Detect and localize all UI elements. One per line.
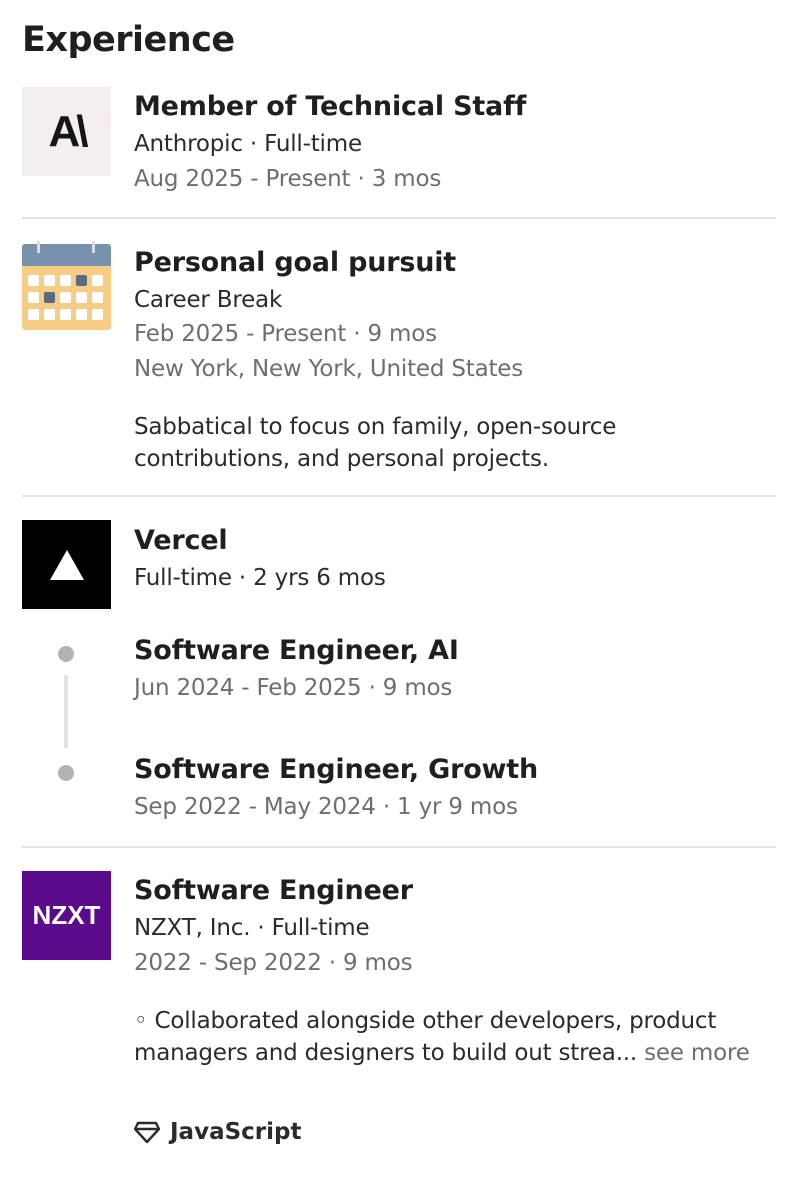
company-vercel[interactable]: Vercel — [134, 525, 228, 556]
triangle-icon — [49, 549, 84, 580]
timeline-dot — [58, 646, 74, 662]
divider — [22, 495, 776, 497]
skill-label: JavaScript — [170, 1119, 302, 1145]
timeline-dot — [58, 765, 74, 781]
description-career-break-line1: Sabbatical to focus on family, open-sour… — [134, 414, 617, 440]
company-anthropic: Anthropic · Full-time — [134, 131, 362, 157]
calendar-icon — [22, 241, 111, 330]
anthropic-logo-text: A\ — [48, 106, 89, 156]
role-dates-vercel-growth: Sep 2022 - May 2024 · 1 yr 9 mos — [134, 794, 518, 820]
anthropic-logo[interactable]: A\ — [22, 87, 111, 176]
description-career-break-line2: contributions, and personal projects. — [134, 446, 549, 472]
dates-career-break: Feb 2025 - Present · 9 mos — [134, 321, 437, 347]
job-title-anthropic[interactable]: Member of Technical Staff — [134, 91, 526, 122]
location-career-break: New York, New York, United States — [134, 356, 524, 382]
role-dates-vercel-ai: Jun 2024 - Feb 2025 · 9 mos — [134, 675, 453, 701]
timeline-line — [64, 675, 68, 748]
company-nzxt: NZXT, Inc. · Full-time — [134, 915, 370, 941]
see-more-link[interactable]: see more — [637, 1040, 750, 1066]
subtitle-career-break: Career Break — [134, 287, 283, 313]
description-nzxt-line2-container: managers and designers to build out stre… — [134, 1037, 750, 1069]
divider — [22, 217, 776, 219]
vercel-logo[interactable] — [22, 520, 111, 609]
nzxt-logo[interactable]: NZXT — [22, 871, 111, 960]
description-nzxt-line1: ◦ Collaborated alongside other developer… — [134, 1008, 717, 1034]
duration-vercel: Full-time · 2 yrs 6 mos — [134, 565, 386, 591]
role-title-vercel-growth[interactable]: Software Engineer, Growth — [134, 754, 538, 785]
diamond-icon — [134, 1121, 160, 1144]
role-title-vercel-ai[interactable]: Software Engineer, AI — [134, 635, 459, 666]
divider — [22, 846, 776, 848]
job-title-nzxt[interactable]: Software Engineer — [134, 875, 413, 906]
skill-item[interactable]: JavaScript — [134, 1119, 301, 1145]
nzxt-logo-text: NZXT — [32, 900, 101, 930]
dates-anthropic: Aug 2025 - Present · 3 mos — [134, 166, 442, 192]
job-title-career-break[interactable]: Personal goal pursuit — [134, 247, 456, 278]
description-nzxt-line2: managers and designers to build out stre… — [134, 1040, 638, 1066]
page-title: Experience — [22, 20, 235, 60]
dates-nzxt: 2022 - Sep 2022 · 9 mos — [134, 950, 413, 976]
